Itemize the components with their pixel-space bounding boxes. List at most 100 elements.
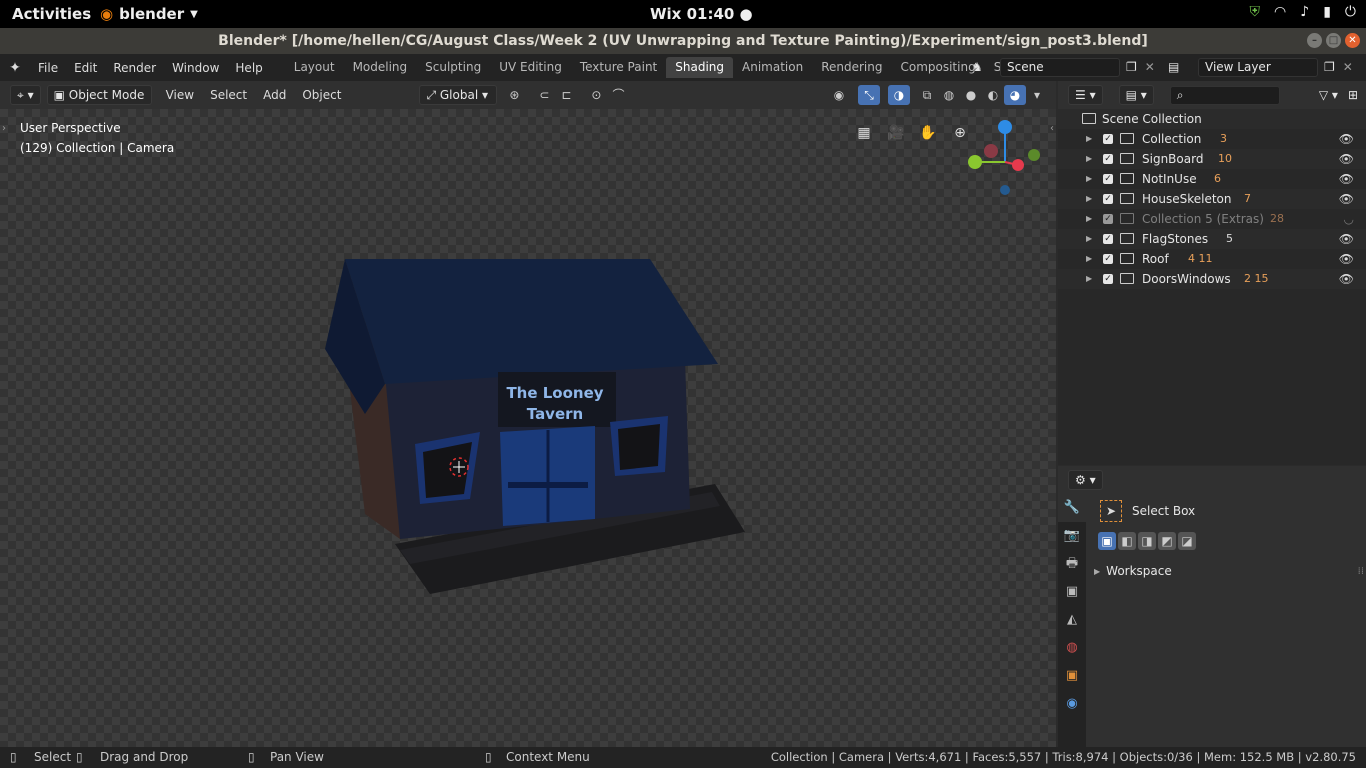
maximize-button[interactable]: □ bbox=[1326, 33, 1341, 48]
new-collection-icon[interactable]: ⊞ bbox=[1348, 88, 1358, 102]
camera-view-icon[interactable]: 🎥 bbox=[884, 121, 908, 145]
tavern-model[interactable]: The Looney Tavern bbox=[320, 254, 780, 614]
mode-extend-icon[interactable]: ◧ bbox=[1118, 532, 1136, 550]
menu-edit[interactable]: Edit bbox=[66, 61, 105, 75]
overlay-toggle-icon[interactable]: ◑ bbox=[888, 85, 910, 105]
view-layer-icon[interactable]: ▤ bbox=[1168, 60, 1198, 74]
drag-handle-icon[interactable]: ⁞⁞ bbox=[1358, 566, 1364, 577]
outliner-row-houseskeleton[interactable]: ▶ ✓ HouseSkeleton 7 👁 bbox=[1058, 189, 1366, 209]
battery-icon[interactable]: ▮ bbox=[1323, 4, 1331, 20]
outliner-search-input[interactable]: ⌕ bbox=[1169, 85, 1280, 105]
tab-shading[interactable]: Shading bbox=[666, 57, 733, 78]
menu-render[interactable]: Render bbox=[105, 61, 164, 75]
blender-menu-icon[interactable]: ✦ bbox=[0, 60, 30, 76]
expand-arrow-icon[interactable]: ▶ bbox=[1086, 189, 1092, 209]
constraints-tab-icon[interactable]: ◉ bbox=[1058, 690, 1086, 718]
mode-invert-icon[interactable]: ◩ bbox=[1158, 532, 1176, 550]
snap-target-icon[interactable]: ⊏ bbox=[555, 85, 577, 105]
menu-add[interactable]: Add bbox=[255, 88, 294, 102]
eye-hidden-icon[interactable]: ◡ bbox=[1344, 209, 1354, 229]
mode-dropdown[interactable]: ▣ Object Mode ▾ bbox=[46, 85, 152, 120]
exclude-checkbox[interactable]: ✓ bbox=[1103, 174, 1113, 184]
exclude-checkbox[interactable]: ✓ bbox=[1103, 254, 1113, 264]
exclude-checkbox[interactable]: ✓ bbox=[1103, 154, 1113, 164]
expand-arrow-icon[interactable]: ▶ bbox=[1086, 169, 1092, 189]
properties-editor-type-dropdown[interactable]: ⚙ ▾ bbox=[1068, 470, 1103, 490]
gizmo-toggle-icon[interactable]: ⤡ bbox=[858, 85, 880, 105]
editor-type-dropdown[interactable]: ⌖ ▾ bbox=[10, 85, 41, 105]
menu-select[interactable]: Select bbox=[202, 88, 255, 102]
render-tab-icon[interactable]: 📷 bbox=[1058, 522, 1086, 550]
scene-name-field[interactable]: Scene bbox=[1000, 57, 1120, 77]
pivot-icon[interactable]: ⊛ bbox=[503, 85, 525, 105]
mode-subtract-icon[interactable]: ◨ bbox=[1138, 532, 1156, 550]
pan-hand-icon[interactable]: ✋ bbox=[916, 121, 940, 145]
tab-rendering[interactable]: Rendering bbox=[812, 57, 891, 78]
menu-object[interactable]: Object bbox=[294, 88, 349, 102]
workspace-panel-header[interactable]: ▶ Workspace ⁞⁞ bbox=[1094, 564, 1364, 578]
outliner-row-flagstones[interactable]: ▶ ✓ FlagStones 5 👁 bbox=[1058, 229, 1366, 249]
xray-icon[interactable]: ⧉ bbox=[916, 85, 938, 105]
eye-icon[interactable]: 👁 bbox=[1339, 269, 1354, 289]
tab-uv-editing[interactable]: UV Editing bbox=[490, 57, 571, 78]
menu-file[interactable]: File bbox=[30, 61, 66, 75]
eye-icon[interactable]: 👁 bbox=[1339, 249, 1354, 269]
menu-help[interactable]: Help bbox=[227, 61, 270, 75]
visibility-icon[interactable]: ◉ bbox=[828, 85, 850, 105]
3d-viewport[interactable]: User Perspective (129) Collection | Came… bbox=[0, 109, 1056, 747]
world-tab-icon[interactable]: ◍ bbox=[1058, 634, 1086, 662]
view-layer-tab-icon[interactable]: ▣ bbox=[1058, 578, 1086, 606]
tab-layout[interactable]: Layout bbox=[285, 57, 344, 78]
system-tray[interactable]: ⛨ ◠ ♪ ▮ ⏻ bbox=[1250, 4, 1356, 20]
tab-sculpting[interactable]: Sculpting bbox=[416, 57, 490, 78]
axis-gizmo[interactable] bbox=[960, 117, 1050, 207]
scene-collection-row[interactable]: Scene Collection bbox=[1058, 109, 1366, 129]
eye-icon[interactable]: 👁 bbox=[1339, 169, 1354, 189]
shield-icon[interactable]: ⛨ bbox=[1250, 4, 1261, 20]
eye-icon[interactable]: 👁 bbox=[1339, 129, 1354, 149]
object-tab-icon[interactable]: ▣ bbox=[1058, 662, 1086, 690]
tab-animation[interactable]: Animation bbox=[733, 57, 812, 78]
remove-view-layer-icon[interactable]: ✕ bbox=[1343, 60, 1353, 74]
wireframe-shading-icon[interactable]: ◍ bbox=[938, 85, 960, 105]
menu-window[interactable]: Window bbox=[164, 61, 227, 75]
activities-button[interactable]: Activities bbox=[12, 5, 91, 23]
outliner-editor-type-dropdown[interactable]: ☰ ▾ bbox=[1068, 85, 1103, 105]
filter-icon[interactable]: ▽ ▾ bbox=[1319, 88, 1338, 102]
outliner-row-roof[interactable]: ▶ ✓ Roof 4 11 👁 bbox=[1058, 249, 1366, 269]
snap-icon[interactable]: ⊂ bbox=[533, 85, 555, 105]
minimize-button[interactable]: – bbox=[1307, 33, 1322, 48]
clock[interactable]: Wix 01:40 ● bbox=[650, 5, 753, 23]
exclude-checkbox[interactable]: ✓ bbox=[1103, 234, 1113, 244]
exclude-checkbox[interactable]: ✓ bbox=[1103, 214, 1113, 224]
eye-icon[interactable]: 👁 bbox=[1339, 149, 1354, 169]
expand-arrow-icon[interactable]: ▶ bbox=[1086, 249, 1092, 269]
scene-icon[interactable]: ♞ bbox=[972, 60, 1000, 74]
solid-shading-icon[interactable]: ● bbox=[960, 85, 982, 105]
view-layer-name-field[interactable]: View Layer bbox=[1198, 57, 1318, 77]
expand-arrow-icon[interactable]: ▶ bbox=[1086, 149, 1092, 169]
transform-orientation-dropdown[interactable]: ⤢ Global ▾ bbox=[419, 85, 498, 105]
expand-arrow-icon[interactable]: ▶ bbox=[1086, 209, 1092, 229]
volume-icon[interactable]: ♪ bbox=[1300, 4, 1309, 20]
output-tab-icon[interactable]: 🖶 bbox=[1058, 550, 1086, 578]
outliner-row-collection[interactable]: ▶ ✓ Collection 3 👁 bbox=[1058, 129, 1366, 149]
eye-icon[interactable]: 👁 bbox=[1339, 189, 1354, 209]
outliner-row-signboard[interactable]: ▶ ✓ SignBoard 10 👁 bbox=[1058, 149, 1366, 169]
material-shading-icon[interactable]: ◐ bbox=[982, 85, 1004, 105]
wifi-icon[interactable]: ◠ bbox=[1274, 4, 1286, 20]
exclude-checkbox[interactable]: ✓ bbox=[1103, 194, 1113, 204]
remove-scene-icon[interactable]: ✕ bbox=[1145, 60, 1155, 74]
tool-tab-icon[interactable]: 🔧 bbox=[1058, 494, 1086, 522]
app-menu[interactable]: ◉ blender ▼ bbox=[100, 5, 198, 23]
power-icon[interactable]: ⏻ bbox=[1345, 4, 1356, 20]
outliner-row-notinuse[interactable]: ▶ ✓ NotInUse 6 👁 bbox=[1058, 169, 1366, 189]
exclude-checkbox[interactable]: ✓ bbox=[1103, 134, 1113, 144]
outliner-row-collection-5-extras[interactable]: ▶ ✓ Collection 5 (Extras) 28 ◡ bbox=[1058, 209, 1366, 229]
falloff-icon[interactable]: ⌒ bbox=[607, 85, 629, 105]
display-mode-dropdown[interactable]: ▤ ▾ bbox=[1118, 85, 1154, 105]
copy-scene-icon[interactable]: ❐ bbox=[1126, 60, 1137, 74]
sidebar-expand-icon[interactable]: ‹ bbox=[1050, 123, 1054, 134]
copy-view-layer-icon[interactable]: ❐ bbox=[1324, 60, 1335, 74]
expand-arrow-icon[interactable]: ▶ bbox=[1086, 129, 1092, 149]
